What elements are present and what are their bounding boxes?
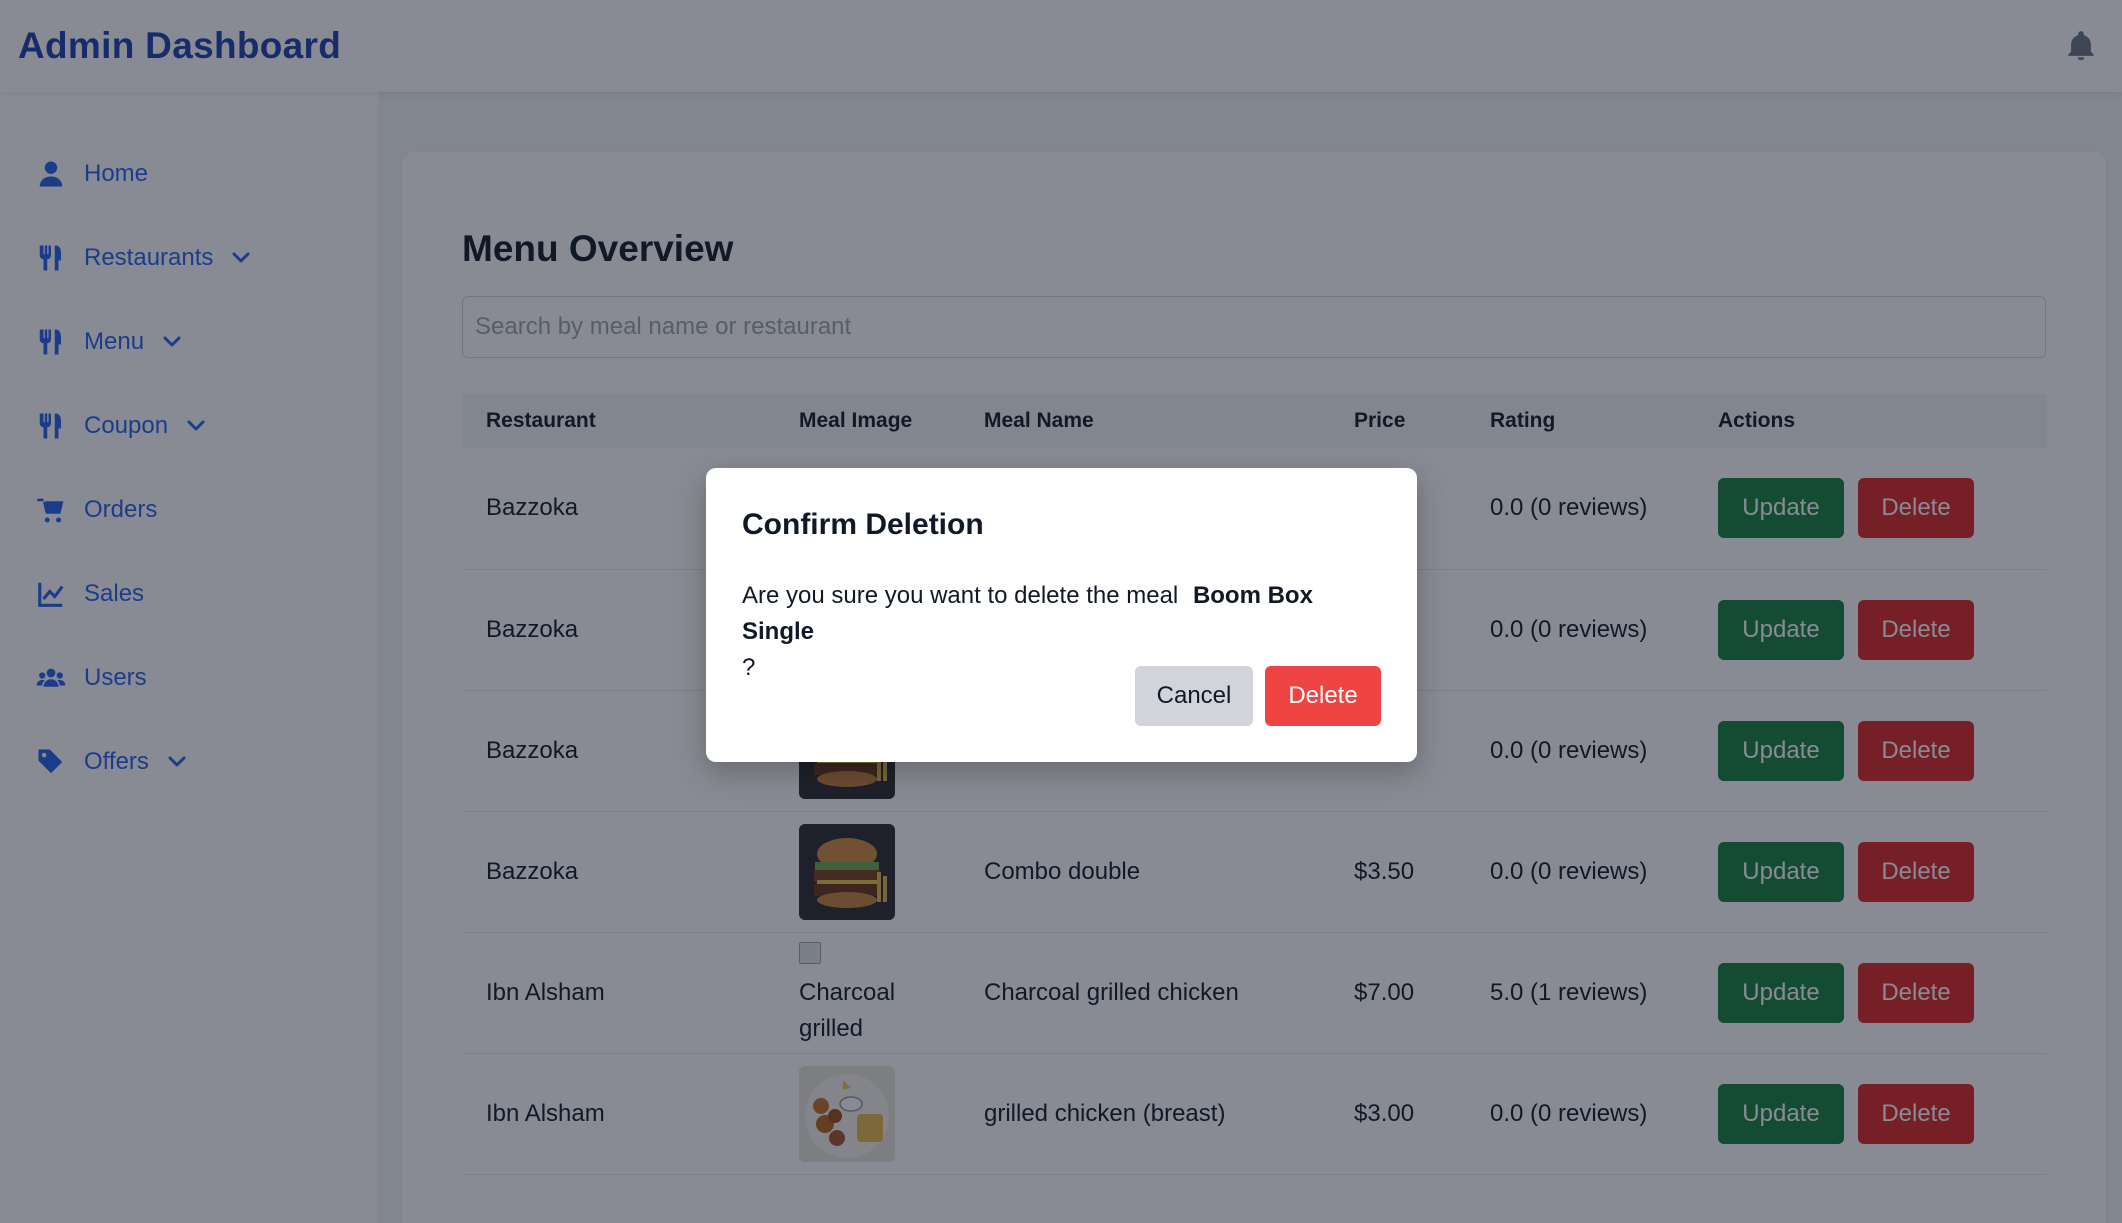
modal-message-text: Are you sure you want to delete the meal — [742, 582, 1179, 609]
modal-actions: Cancel Delete — [1135, 666, 1381, 726]
modal-title: Confirm Deletion — [742, 508, 984, 541]
cancel-button[interactable]: Cancel — [1135, 666, 1253, 726]
confirm-delete-button[interactable]: Delete — [1265, 666, 1381, 726]
confirm-delete-modal: Confirm Deletion Are you sure you want t… — [706, 468, 1417, 762]
app-root: Admin Dashboard HomeRestaurantsMenuCoupo… — [0, 0, 2122, 1223]
modal-message-suffix: ? — [742, 654, 756, 681]
